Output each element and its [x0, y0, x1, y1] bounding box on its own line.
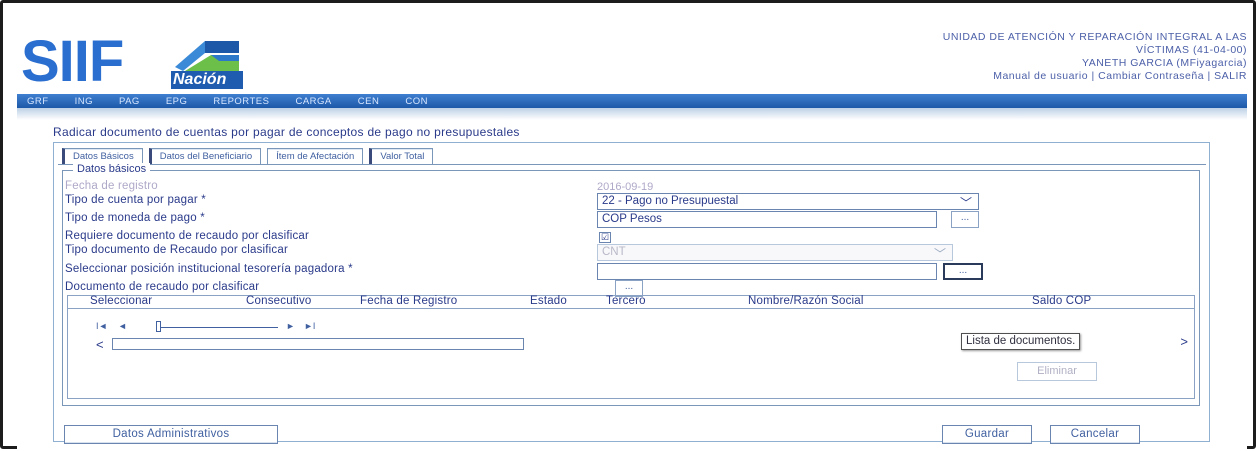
- documento-recaudo-label: Documento de recaudo por clasificar: [65, 281, 260, 293]
- chevron-down-icon: ﹀: [959, 196, 972, 210]
- change-password-link[interactable]: Cambiar Contraseña: [1098, 70, 1204, 82]
- fieldset-legend: Datos básicos: [73, 163, 151, 175]
- siif-app: SIIF Nación UNIDAD DE ATENCIÓN Y REPARAC…: [17, 11, 1247, 451]
- col-saldo[interactable]: Saldo COP: [1032, 295, 1091, 307]
- tipo-doc-recaudo-value: CNT: [602, 246, 626, 258]
- col-estado[interactable]: Estado: [530, 295, 567, 307]
- tab-bar: Datos Básicos Datos del Beneficiario Íte…: [62, 148, 439, 164]
- scroll-left-icon[interactable]: <: [96, 337, 104, 352]
- logo-text: SIIF: [21, 29, 124, 94]
- col-nombre[interactable]: Nombre/Razón Social: [748, 295, 864, 307]
- nav-item-reportes[interactable]: REPORTES: [213, 96, 269, 107]
- col-tercero[interactable]: Tercero: [606, 295, 646, 307]
- logo-flag-icon: [171, 37, 243, 73]
- tab-valor-total[interactable]: Valor Total: [369, 148, 434, 164]
- chevron-down-icon: ﹀: [933, 247, 946, 261]
- datos-basicos-fieldset: Datos básicos Fecha de registro 2016-09-…: [62, 163, 1200, 406]
- logo-subtext: Nación: [171, 71, 243, 89]
- exit-link[interactable]: SALIR: [1214, 70, 1247, 82]
- lista-documentos-tooltip: Lista de documentos.: [961, 333, 1081, 350]
- posicion-search-button[interactable]: ...: [943, 263, 983, 280]
- tipo-moneda-field[interactable]: COP Pesos: [597, 211, 937, 228]
- tipo-doc-recaudo-label: Tipo documento de Recaudo por clasificar: [65, 244, 288, 256]
- link-separator: |: [1091, 70, 1095, 82]
- entity-line-2: VÍCTIMAS (41-04-00): [1135, 44, 1247, 56]
- guardar-button[interactable]: Guardar: [942, 425, 1032, 444]
- eliminar-button[interactable]: Eliminar: [1017, 362, 1097, 381]
- tab-item-afectacion[interactable]: Ítem de Afectación: [267, 148, 364, 164]
- tab-datos-beneficiario[interactable]: Datos del Beneficiario: [148, 148, 262, 164]
- first-page-icon[interactable]: I◄: [96, 321, 107, 331]
- cancelar-button[interactable]: Cancelar: [1050, 425, 1140, 444]
- nav-item-grf[interactable]: GRF: [27, 96, 49, 107]
- tipo-moneda-label: Tipo de moneda de pago *: [65, 212, 205, 224]
- nav-item-carga[interactable]: CARGA: [295, 96, 331, 107]
- tipo-doc-recaudo-select[interactable]: CNT ﹀: [597, 244, 953, 261]
- grid-header: Seleccionar Consecutivo Fecha de Registr…: [68, 295, 1194, 309]
- tipo-cuenta-label: Tipo de cuenta por pagar *: [65, 194, 206, 206]
- tipo-cuenta-select[interactable]: 22 - Pago no Presupuestal ﹀: [597, 193, 979, 210]
- col-seleccionar[interactable]: Seleccionar: [90, 295, 152, 307]
- link-separator: |: [1207, 70, 1211, 82]
- horizontal-scrollbar[interactable]: [112, 338, 524, 350]
- posicion-label: Seleccionar posición institucional tesor…: [65, 263, 353, 275]
- requiere-doc-label: Requiere documento de recaudo por clasif…: [65, 230, 310, 242]
- entity-line-1: UNIDAD DE ATENCIÓN Y REPARACIÓN INTEGRAL…: [942, 31, 1247, 43]
- tab-datos-basicos[interactable]: Datos Básicos: [62, 148, 143, 164]
- nav-item-cen[interactable]: CEN: [358, 96, 380, 107]
- fecha-registro-value: 2016-09-19: [597, 181, 654, 193]
- page-title: Radicar documento de cuentas por pagar d…: [53, 125, 520, 139]
- nav-item-epg[interactable]: EPG: [166, 96, 188, 107]
- header-links: Manual de usuario | Cambiar Contraseña |…: [827, 70, 1247, 83]
- window-frame: SIIF Nación UNIDAD DE ATENCIÓN Y REPARAC…: [0, 0, 1256, 451]
- manual-link[interactable]: Manual de usuario: [993, 70, 1088, 82]
- siif-logo: SIIF Nación: [21, 33, 261, 91]
- nav-item-ing[interactable]: ING: [75, 96, 93, 107]
- user-line: YANETH GARCIA (MFiyagarcia): [1082, 57, 1247, 69]
- header: SIIF Nación UNIDAD DE ATENCIÓN Y REPARAC…: [17, 11, 1247, 94]
- tab-underline: [58, 164, 1206, 165]
- prev-page-icon[interactable]: ◄: [118, 321, 127, 331]
- header-info: UNIDAD DE ATENCIÓN Y REPARACIÓN INTEGRAL…: [827, 31, 1247, 83]
- nav-shadow: [17, 108, 1247, 120]
- datos-administrativos-button[interactable]: Datos Administrativos: [64, 425, 278, 444]
- pager-track: [160, 327, 278, 328]
- col-consecutivo[interactable]: Consecutivo: [246, 295, 311, 307]
- requiere-doc-checkbox[interactable]: ☑: [599, 232, 611, 243]
- col-fecha-registro[interactable]: Fecha de Registro: [360, 295, 457, 307]
- tipo-cuenta-value: 22 - Pago no Presupuestal: [602, 195, 739, 207]
- main-nav: GRF ING PAG EPG REPORTES CARGA CEN CON: [17, 94, 1247, 108]
- scroll-right-icon[interactable]: >: [1180, 334, 1188, 349]
- last-page-icon[interactable]: ►I: [304, 321, 315, 331]
- nav-item-con[interactable]: CON: [405, 96, 428, 107]
- pager-thumb[interactable]: [156, 321, 161, 332]
- posicion-field[interactable]: [597, 263, 937, 280]
- grid-pager: I◄ ◄ ► ►I: [96, 321, 336, 333]
- form-panel: Datos Básicos Datos del Beneficiario Íte…: [53, 142, 1210, 444]
- tipo-moneda-search-button[interactable]: ...: [951, 211, 979, 228]
- fecha-registro-label: Fecha de registro: [65, 180, 158, 192]
- nav-item-pag[interactable]: PAG: [119, 96, 140, 107]
- next-page-icon[interactable]: ►: [286, 321, 295, 331]
